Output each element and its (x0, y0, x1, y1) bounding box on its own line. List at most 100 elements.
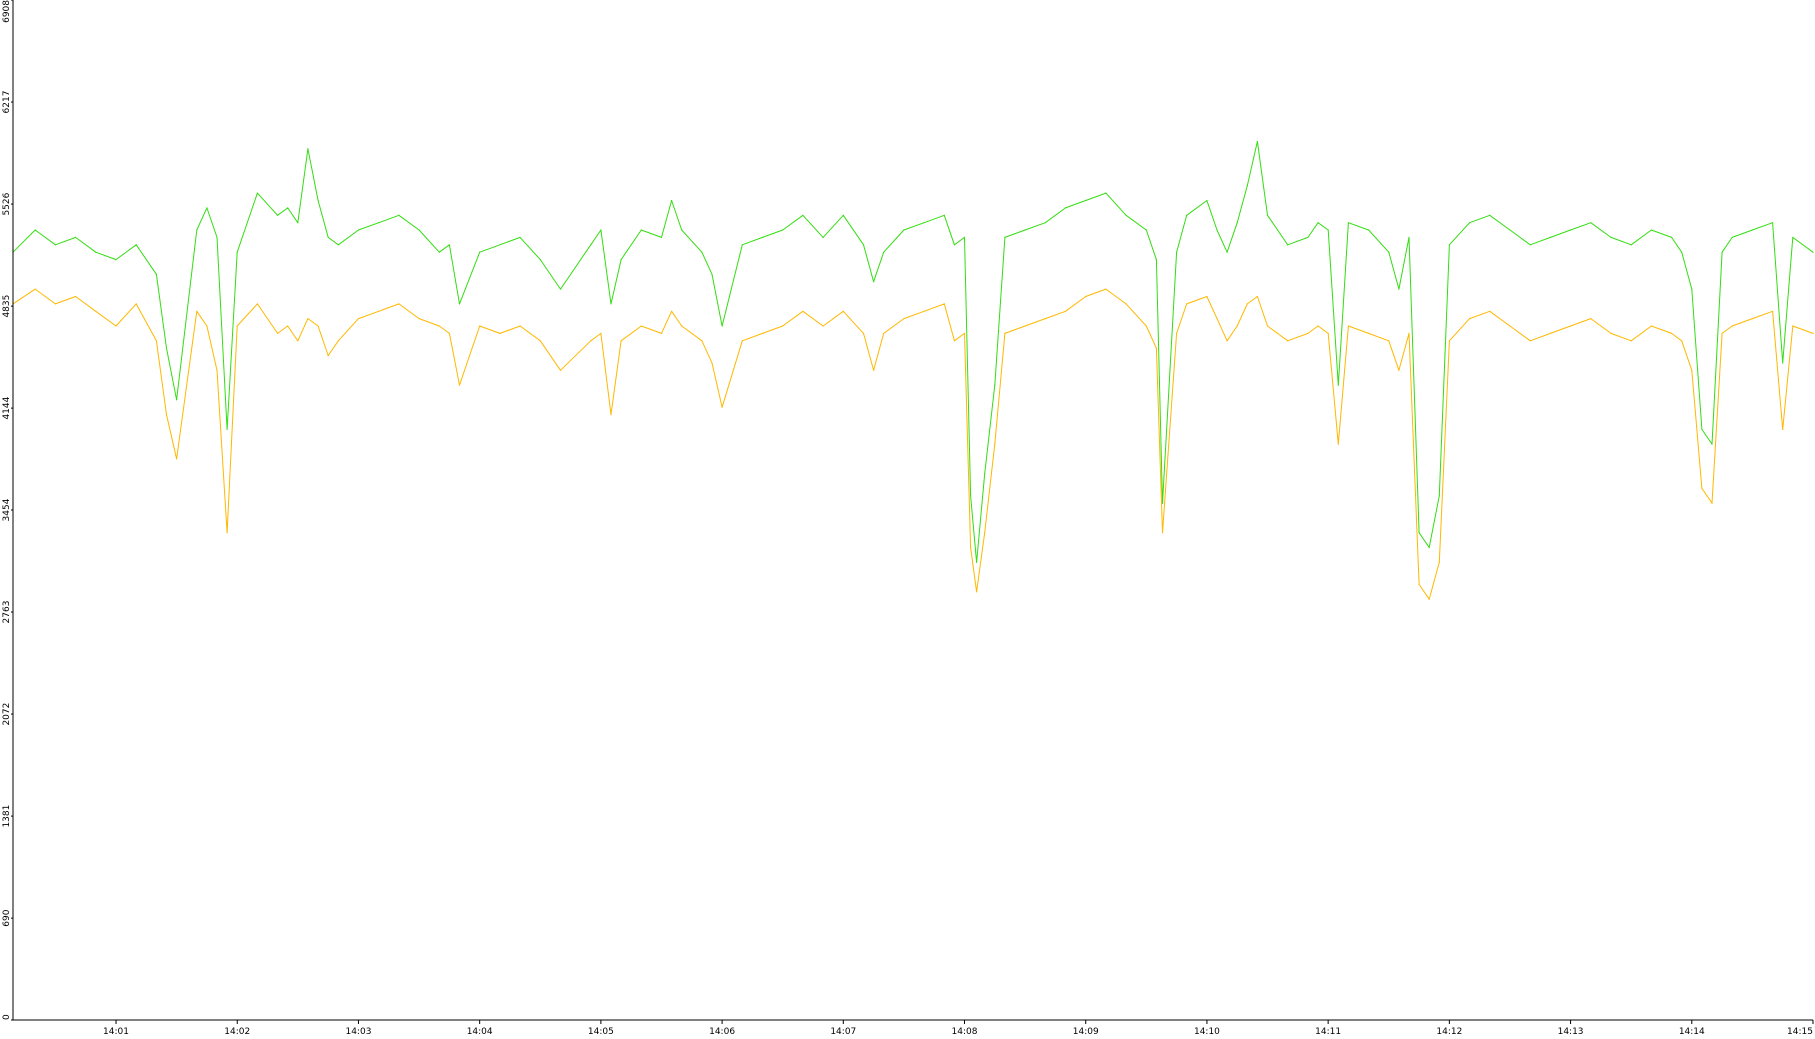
series-2-point (1145, 325, 1147, 327)
y-tick-label: 6908 (2, 0, 12, 23)
series-1-point (317, 199, 319, 202)
series-2-point (1155, 347, 1157, 349)
series-1-point (1418, 532, 1420, 534)
series-1-point (1327, 229, 1329, 231)
series-2-point (761, 332, 764, 334)
series-2-point (155, 340, 157, 342)
x-tick-label: 14:11 (1315, 1027, 1341, 1037)
series-2-point (519, 325, 521, 327)
series-2-point (1701, 487, 1703, 489)
series-1-point (1266, 214, 1269, 216)
series-1-point (782, 229, 784, 231)
series-1-point (640, 229, 642, 231)
x-tick-label: 14:12 (1436, 1027, 1462, 1037)
series-1-point (671, 199, 673, 202)
series-2-point (842, 310, 844, 312)
series-1-point (1256, 140, 1258, 143)
series-2-point (822, 325, 824, 327)
series-2-point (1388, 340, 1390, 342)
series-2-point (448, 332, 450, 334)
x-tick-label: 14:04 (467, 1027, 493, 1037)
series-2-point (196, 310, 198, 312)
series-1-point (287, 207, 289, 209)
series-2-point (176, 458, 178, 460)
series-1-point (681, 229, 683, 231)
series-2-point (1438, 561, 1440, 563)
series-1-point (711, 273, 713, 275)
series-1-point (216, 236, 218, 238)
series-2-point (1186, 303, 1188, 305)
series-1-point (95, 251, 97, 253)
series-1-point (802, 214, 804, 216)
series-2-point (1570, 325, 1572, 327)
series-2-point (1216, 318, 1218, 320)
series-2-point (741, 340, 743, 342)
series-1-point (1549, 236, 1551, 238)
y-tick-label: 3454 (2, 498, 12, 521)
series-2-point (1161, 532, 1164, 534)
series-line-2 (12, 288, 1814, 600)
series-1-point (590, 244, 592, 246)
series-2-point (1246, 303, 1248, 305)
series-1-point (337, 244, 339, 246)
series-2-point (438, 325, 440, 327)
series-1-point (1812, 251, 1814, 253)
series-1-point (1509, 229, 1511, 231)
series-1-point (842, 214, 844, 216)
series-1-point (1287, 244, 1289, 246)
series-1-point (539, 259, 541, 261)
series-line-1 (12, 141, 1814, 563)
y-tick-label: 5526 (2, 192, 12, 215)
series-1-point (660, 236, 663, 238)
series-2-point (1590, 318, 1592, 320)
series-2-point (378, 310, 380, 312)
series-2-point (862, 332, 865, 334)
series-2-point (903, 318, 905, 320)
series-2-point (1044, 318, 1046, 320)
series-1-point (1246, 185, 1248, 187)
x-tick-label: 14:13 (1558, 1027, 1584, 1037)
series-1-point (1155, 259, 1157, 261)
series-2-point (620, 340, 622, 342)
series-1-point (883, 251, 885, 253)
series-2-point (1347, 325, 1349, 327)
series-1-point (54, 244, 57, 246)
series-2-point (1681, 340, 1683, 342)
series-2-point (711, 362, 713, 364)
series-1-point (75, 236, 77, 238)
x-tick-label: 14:08 (952, 1027, 978, 1037)
series-1-point (903, 229, 905, 231)
series-2-point (54, 303, 57, 305)
series-2-point (640, 325, 642, 327)
series-1-point (448, 244, 450, 246)
series-2-point (287, 325, 289, 327)
series-2-point (1610, 332, 1612, 334)
series-1-point (1691, 288, 1693, 290)
series-2-point (994, 443, 996, 445)
series-1-point (620, 259, 622, 261)
series-1-point (741, 244, 743, 246)
series-1-point (761, 236, 764, 238)
series-1-point (1590, 222, 1592, 224)
series-1-point (1448, 244, 1450, 246)
y-tick-label: 690 (2, 909, 12, 926)
series-2-point (1782, 428, 1784, 430)
series-1-point (1004, 236, 1006, 238)
series-1-point (600, 229, 602, 231)
series-2-point (590, 340, 592, 342)
series-2-point (1256, 295, 1258, 298)
series-2-point (1772, 310, 1774, 312)
series-2-point (1004, 332, 1006, 334)
series-2-point (1317, 325, 1319, 327)
series-1-point (1161, 502, 1164, 504)
series-2-point (1751, 318, 1753, 320)
series-1-point (196, 229, 198, 231)
series-2-point (782, 325, 784, 327)
series-1-point (165, 347, 168, 349)
series-1-point (135, 244, 137, 246)
series-1-point (1701, 428, 1703, 430)
series-2-point (1731, 325, 1733, 327)
series-2-point (1398, 369, 1400, 371)
series-1-point (1751, 229, 1753, 231)
series-1-point (499, 244, 501, 246)
